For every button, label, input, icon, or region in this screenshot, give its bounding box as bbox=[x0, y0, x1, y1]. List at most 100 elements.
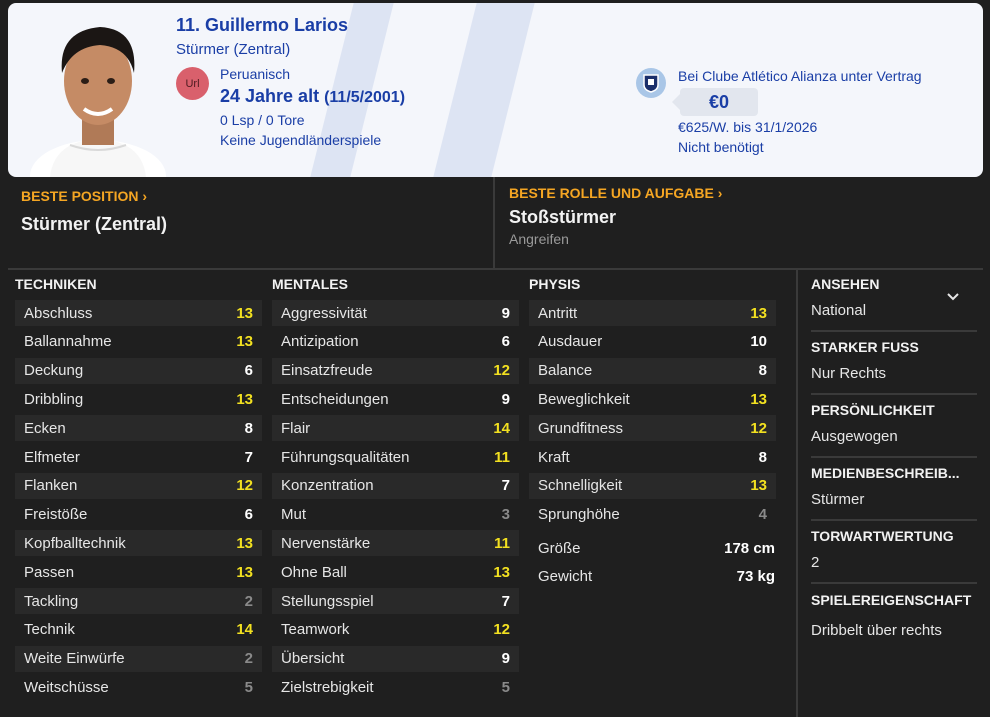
attribute-value: 11 bbox=[494, 448, 510, 466]
attribute-label: Elfmeter bbox=[24, 448, 80, 466]
attribute-label: Ecken bbox=[24, 419, 66, 437]
attribute-value: 12 bbox=[493, 362, 510, 380]
attribute-row[interactable]: Elfmeter 7 bbox=[15, 444, 262, 470]
best-role-title[interactable]: BESTE ROLLE UND AUFGABE › bbox=[509, 185, 722, 201]
attribute-row[interactable]: Zielstrebigkeit 5 bbox=[272, 674, 519, 700]
traits-value[interactable]: Dribbelt über rechts bbox=[811, 622, 942, 639]
personality-title: PERSÖNLICHKEIT bbox=[811, 402, 935, 418]
attribute-row[interactable]: Kopfballtechnik 13 bbox=[15, 530, 262, 557]
personality-value: Ausgewogen bbox=[811, 428, 898, 445]
attribute-row[interactable]: Flair 14 bbox=[272, 415, 519, 442]
attribute-row[interactable]: Ohne Ball 13 bbox=[272, 559, 519, 585]
best-position-value: Stürmer (Zentral) bbox=[21, 214, 168, 234]
attribute-label: Aggressivität bbox=[281, 304, 367, 322]
attribute-value: 12 bbox=[750, 419, 767, 437]
attribute-row[interactable]: Stellungsspiel 7 bbox=[272, 588, 519, 614]
attribute-row[interactable]: Führungsqualitäten 11 bbox=[272, 444, 519, 470]
best-role-panel[interactable]: BESTE ROLLE UND AUFGABE › Stoßstürmer An… bbox=[496, 177, 983, 268]
attribute-label: Kraft bbox=[538, 448, 570, 466]
attribute-value: 7 bbox=[501, 592, 510, 610]
player-name[interactable]: 11. Guillermo Larios bbox=[176, 15, 348, 36]
attribute-label: Ohne Ball bbox=[281, 563, 347, 581]
wage-contract: €625/W. bis 31/1/2026 bbox=[678, 119, 818, 135]
gk-rating-title: TORWARTWERTUNG bbox=[811, 528, 954, 544]
attribute-row[interactable]: Technik 14 bbox=[15, 617, 262, 643]
attribute-label: Kopfballtechnik bbox=[24, 534, 126, 552]
reputation-value: National bbox=[811, 302, 867, 319]
attribute-row[interactable]: Entscheidungen 9 bbox=[272, 386, 519, 412]
attribute-row[interactable]: Balance 8 bbox=[529, 357, 776, 384]
divider bbox=[493, 177, 495, 268]
attribute-row[interactable]: Antritt 13 bbox=[529, 300, 776, 326]
attribute-value: 9 bbox=[501, 650, 510, 668]
best-position-title[interactable]: BESTE POSITION › bbox=[21, 188, 147, 204]
attribute-value: 13 bbox=[236, 563, 253, 581]
attribute-row[interactable]: Grundfitness 12 bbox=[529, 415, 776, 442]
attribute-value: 8 bbox=[758, 448, 767, 466]
nationality[interactable]: Peruanisch bbox=[220, 66, 290, 82]
attribute-label: Abschluss bbox=[24, 304, 93, 322]
attribute-label: Antizipation bbox=[281, 333, 359, 351]
best-position-label: BESTE POSITION bbox=[21, 188, 139, 204]
club-contract[interactable]: Bei Clube Atlético Alianza unter Vertrag bbox=[678, 68, 922, 84]
attribute-label: Führungsqualitäten bbox=[281, 448, 410, 466]
attribute-row[interactable]: Passen 13 bbox=[15, 559, 262, 585]
attribute-row[interactable]: Abschluss 13 bbox=[15, 300, 262, 326]
attribute-value: 5 bbox=[501, 678, 510, 696]
attribute-row[interactable]: Mut 3 bbox=[272, 502, 519, 528]
attribute-label: Sprunghöhe bbox=[538, 506, 620, 524]
attribute-row[interactable]: Aggressivität 9 bbox=[272, 300, 519, 326]
attribute-row[interactable]: Tackling 2 bbox=[15, 588, 262, 614]
attribute-value: 6 bbox=[244, 362, 253, 380]
attribute-row[interactable]: Beweglichkeit 13 bbox=[529, 386, 776, 412]
chevron-down-icon[interactable] bbox=[945, 290, 961, 304]
height-value: 178 cm bbox=[724, 539, 775, 557]
attribute-value: 10 bbox=[750, 333, 767, 351]
attribute-value: 12 bbox=[493, 621, 510, 639]
best-role-value: Stoßstürmer bbox=[509, 207, 617, 227]
attribute-row[interactable]: Kraft 8 bbox=[529, 444, 776, 470]
player-age: 24 Jahre alt (11/5/2001) bbox=[220, 86, 405, 107]
attribute-row[interactable]: Einsatzfreude 12 bbox=[272, 357, 519, 384]
attribute-row[interactable]: Freistöße 6 bbox=[15, 502, 262, 528]
attribute-value: 3 bbox=[501, 506, 510, 524]
attribute-value: 2 bbox=[244, 650, 253, 668]
attribute-label: Beweglichkeit bbox=[538, 390, 630, 408]
attribute-row[interactable]: Weite Einwürfe 2 bbox=[15, 645, 262, 672]
traits-title: SPIELEREIGENSCHAFT bbox=[811, 592, 972, 608]
attribute-row[interactable]: Sprunghöhe 4 bbox=[529, 502, 776, 528]
player-position: Stürmer (Zentral) bbox=[176, 41, 291, 58]
attribute-row[interactable]: Übersicht 9 bbox=[272, 645, 519, 672]
attribute-row[interactable]: Deckung 6 bbox=[15, 357, 262, 384]
attribute-row[interactable]: Dribbling 13 bbox=[15, 386, 262, 412]
attribute-row[interactable]: Weitschüsse 5 bbox=[15, 674, 262, 700]
club-crest-icon[interactable] bbox=[636, 68, 666, 98]
attribute-row[interactable]: Schnelligkeit 13 bbox=[529, 472, 776, 499]
age-text: 24 Jahre alt bbox=[220, 86, 320, 106]
attribute-value: 13 bbox=[750, 304, 767, 322]
attribute-label: Tackling bbox=[24, 592, 79, 610]
chevron-right-icon: › bbox=[713, 185, 723, 201]
attribute-row[interactable]: Ausdauer 10 bbox=[529, 329, 776, 355]
attribute-value: 14 bbox=[493, 419, 510, 437]
attribute-label: Nervenstärke bbox=[281, 534, 371, 552]
foot-title: STARKER FUSS bbox=[811, 339, 919, 355]
attribute-label: Balance bbox=[538, 362, 593, 380]
nationality-flag-icon[interactable]: Url bbox=[176, 67, 209, 100]
height-label: Größe bbox=[538, 539, 581, 557]
attribute-row[interactable]: Ecken 8 bbox=[15, 415, 262, 442]
best-position-panel[interactable]: BESTE POSITION › Stürmer (Zentral) bbox=[8, 177, 492, 268]
divider bbox=[796, 270, 798, 717]
release-clause: Nicht benötigt bbox=[678, 139, 764, 155]
attribute-row[interactable]: Ballannahme 13 bbox=[15, 329, 262, 355]
attribute-label: Flair bbox=[281, 419, 311, 437]
attribute-row[interactable]: Antizipation 6 bbox=[272, 329, 519, 355]
attribute-value: 13 bbox=[236, 304, 253, 322]
attribute-row[interactable]: Nervenstärke 11 bbox=[272, 530, 519, 557]
best-role-label: BESTE ROLLE UND AUFGABE bbox=[509, 185, 714, 201]
attribute-row[interactable]: Konzentration 7 bbox=[272, 472, 519, 499]
divider bbox=[811, 582, 977, 584]
attribute-row[interactable]: Teamwork 12 bbox=[272, 617, 519, 643]
attribute-value: 13 bbox=[493, 563, 510, 581]
attribute-row[interactable]: Flanken 12 bbox=[15, 472, 262, 499]
